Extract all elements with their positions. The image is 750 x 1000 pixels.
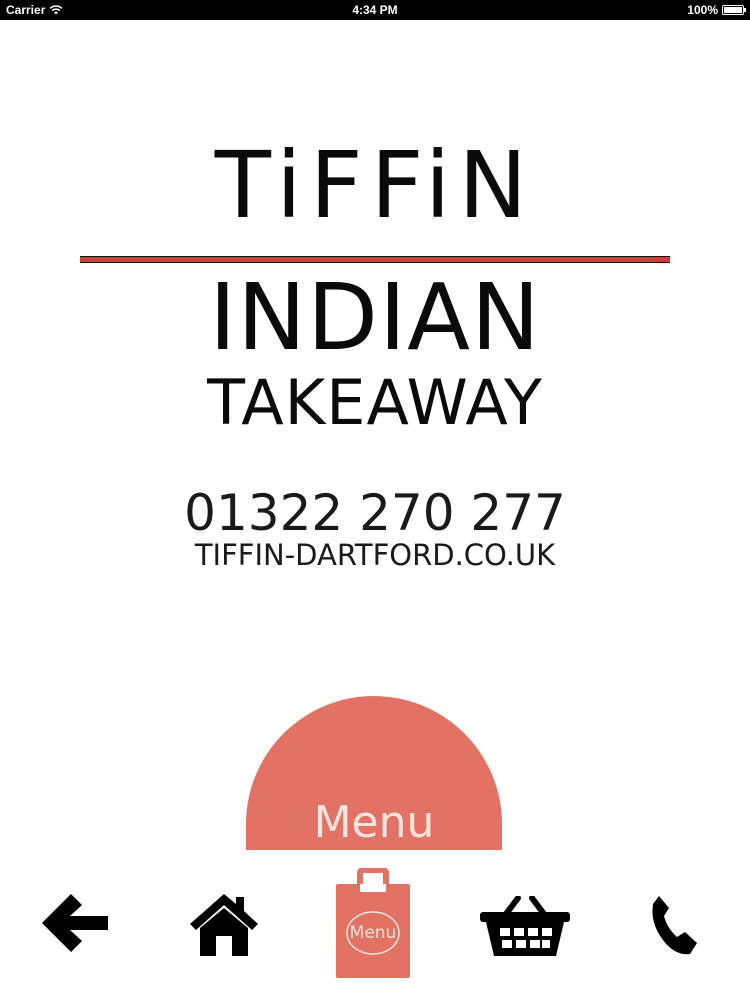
basket-icon [480,896,570,956]
logo-divider [80,256,670,263]
tab-bar: Menu [0,850,750,1000]
phone-number: 01322 270 277 [184,484,566,542]
website-url: TIFFIN-DARTFORD.CO.UK [194,538,556,572]
battery-icon [722,5,746,15]
home-icon [190,894,258,956]
home-tab[interactable] [188,890,260,958]
clock: 4:34 PM [352,3,398,17]
call-tab[interactable] [645,892,701,958]
battery-indicator: 100% [687,3,746,17]
logo-takeaway: TAKEAWAY [207,366,543,439]
battery-percent: 100% [687,3,718,17]
menu-button-label: Menu [313,797,435,848]
basket-tab[interactable] [478,896,572,958]
logo-indian: INDIAN [209,264,541,371]
menu-button[interactable]: Menu [246,696,502,850]
phone-icon [652,896,697,955]
status-bar: Carrier 4:34 PM 100% [0,0,750,20]
menu-tab-label: Menu [349,923,397,943]
menu-tab[interactable]: Menu [334,868,412,980]
logo-title: TiFFiN [214,132,536,239]
back-tab[interactable] [38,890,110,956]
back-arrow-icon [42,894,108,952]
